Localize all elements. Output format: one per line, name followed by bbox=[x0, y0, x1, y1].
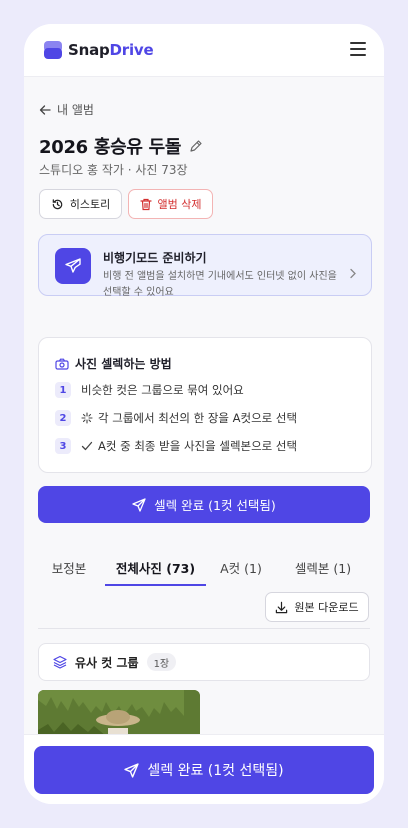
history-button[interactable]: 히스토리 bbox=[39, 189, 122, 219]
howto-title: 사진 셀렉하는 방법 bbox=[55, 355, 172, 372]
back-label: 내 앨범 bbox=[57, 103, 94, 117]
active-tab-indicator bbox=[105, 584, 206, 586]
airplane-mode-card[interactable]: 비행기모드 준비하기 비행 전 앨범을 설치하면 기내에서도 인터넷 없이 사진… bbox=[38, 234, 372, 298]
trash-icon bbox=[139, 198, 152, 210]
main-content: 내 앨범 2026 홍승유 두돌 스튜디오 홍 작가 · 사진 73장 히스토리… bbox=[24, 77, 384, 740]
history-icon bbox=[52, 198, 63, 209]
layers-icon bbox=[53, 655, 67, 669]
tab-all-photos[interactable]: 전체사진 (73) bbox=[105, 548, 206, 586]
similar-group-header[interactable]: 유사 컷 그룹 1장 bbox=[38, 643, 370, 681]
send-icon bbox=[132, 497, 146, 512]
chevron-right-icon bbox=[350, 268, 356, 279]
download-icon bbox=[276, 601, 288, 613]
airplane-badge bbox=[55, 248, 91, 284]
step-number: 3 bbox=[55, 438, 71, 454]
airplane-icon bbox=[65, 258, 81, 273]
title-row: 2026 홍승유 두돌 bbox=[39, 133, 203, 159]
back-link[interactable]: 내 앨범 bbox=[39, 101, 94, 118]
airplane-mode-title: 비행기모드 준비하기 bbox=[103, 251, 207, 265]
check-icon bbox=[81, 441, 93, 451]
tab-selected[interactable]: 셀렉본 (1) bbox=[276, 548, 370, 586]
group-label: 유사 컷 그룹 bbox=[75, 655, 139, 670]
howto-step: 1 비슷한 컷은 그룹으로 묶여 있어요 bbox=[55, 382, 244, 398]
photo-image bbox=[38, 690, 200, 740]
delete-label: 앨범 삭제 bbox=[157, 198, 202, 211]
step-number: 1 bbox=[55, 382, 71, 398]
pencil-icon[interactable] bbox=[189, 139, 203, 153]
select-complete-button[interactable]: 셀렉 완료 (1컷 선택됨) bbox=[38, 486, 370, 523]
history-label: 히스토리 bbox=[69, 198, 111, 211]
airplane-mode-description: 비행 전 앨범을 설치하면 기내에서도 인터넷 없이 사진을 선택할 수 있어요 bbox=[103, 271, 337, 298]
arrow-left-icon bbox=[39, 104, 51, 115]
howto-step: 3 A컷 중 최종 받을 사진을 셀렉본으로 선택 bbox=[55, 438, 297, 454]
step-text: 비슷한 컷은 그룹으로 묶여 있어요 bbox=[81, 383, 244, 397]
logo-icon bbox=[44, 41, 62, 59]
hamburger-menu-icon[interactable] bbox=[350, 42, 366, 56]
group-count-badge: 1장 bbox=[146, 653, 177, 671]
tab-retouched[interactable]: 보정본 bbox=[38, 548, 100, 586]
logo-text: SnapDrive bbox=[68, 41, 154, 59]
step-text: A컷 중 최종 받을 사진을 셀렉본으로 선택 bbox=[98, 439, 298, 453]
delete-album-button[interactable]: 앨범 삭제 bbox=[128, 189, 213, 219]
page-title: 2026 홍승유 두돌 bbox=[39, 137, 182, 158]
send-icon bbox=[124, 762, 139, 778]
phone-frame: SnapDrive 내 앨범 2026 홍승유 두돌 스튜디오 홍 작가 · 사… bbox=[24, 24, 384, 804]
bottom-bar: 셀렉 완료 (1컷 선택됨) bbox=[24, 734, 384, 804]
logo[interactable]: SnapDrive bbox=[44, 41, 154, 59]
bottom-select-complete-button[interactable]: 셀렉 완료 (1컷 선택됨) bbox=[34, 746, 374, 794]
howto-step: 2 각 그룹에서 최선의 한 장을 A컷으로 선택 bbox=[55, 410, 297, 426]
sparkle-icon bbox=[81, 412, 93, 424]
album-subtitle: 스튜디오 홍 작가 · 사진 73장 bbox=[39, 163, 188, 177]
download-original-button[interactable]: 원본 다운로드 bbox=[265, 592, 369, 622]
tab-a-cut[interactable]: A컷 (1) bbox=[210, 548, 272, 586]
step-number: 2 bbox=[55, 410, 71, 426]
step-text: 각 그룹에서 최선의 한 장을 A컷으로 선택 bbox=[98, 411, 298, 425]
photo-tabs: 보정본 전체사진 (73) A컷 (1) 셀렉본 (1) bbox=[38, 548, 370, 586]
divider bbox=[38, 628, 370, 629]
camera-icon bbox=[55, 358, 69, 370]
howto-card: 사진 셀렉하는 방법 1 비슷한 컷은 그룹으로 묶여 있어요 2 각 그룹에서… bbox=[38, 337, 372, 473]
app-header: SnapDrive bbox=[24, 24, 384, 77]
photo-thumbnail[interactable] bbox=[38, 690, 200, 740]
